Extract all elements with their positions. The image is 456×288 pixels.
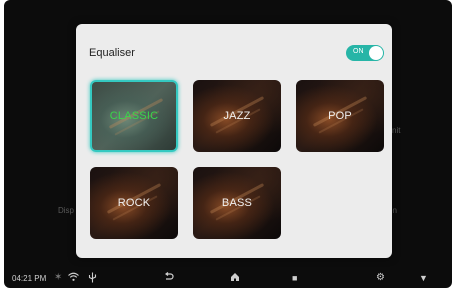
- back-icon[interactable]: [164, 272, 174, 286]
- background-label-left: Disp: [58, 206, 75, 215]
- equaliser-dialog: Equaliser ON CLASSIC JAZZ POP ROCK BASS: [76, 24, 392, 258]
- bluetooth-icon: ✶: [54, 272, 63, 283]
- dropdown-icon[interactable]: ▼: [419, 272, 428, 284]
- status-bar: 04:21 PM ✶ ■ ⚙ ▼: [4, 270, 452, 288]
- background-label-right-2: nit: [392, 126, 401, 135]
- preset-classic[interactable]: CLASSIC: [90, 80, 178, 152]
- preset-jazz[interactable]: JAZZ: [193, 80, 281, 152]
- device-screen: Disp on nit Equaliser ON CLASSIC JAZZ PO…: [4, 0, 452, 288]
- preset-label: JAZZ: [223, 110, 251, 122]
- preset-label: BASS: [221, 197, 253, 209]
- wifi-icon: [68, 272, 79, 286]
- preset-bass[interactable]: BASS: [193, 167, 281, 239]
- settings-icon[interactable]: ⚙: [376, 272, 385, 284]
- usb-icon: [88, 272, 97, 287]
- toggle-knob: [369, 46, 383, 60]
- status-time: 04:21 PM: [12, 274, 47, 283]
- equaliser-toggle[interactable]: ON: [346, 45, 384, 61]
- recent-apps-icon[interactable]: ■: [292, 272, 297, 284]
- toggle-label: ON: [353, 48, 364, 55]
- dialog-title: Equaliser: [89, 47, 135, 59]
- home-icon[interactable]: [230, 272, 240, 286]
- preset-label: ROCK: [117, 197, 151, 209]
- preset-pop[interactable]: POP: [296, 80, 384, 152]
- preset-label: CLASSIC: [109, 110, 159, 122]
- preset-rock[interactable]: ROCK: [90, 167, 178, 239]
- preset-label: POP: [328, 110, 352, 122]
